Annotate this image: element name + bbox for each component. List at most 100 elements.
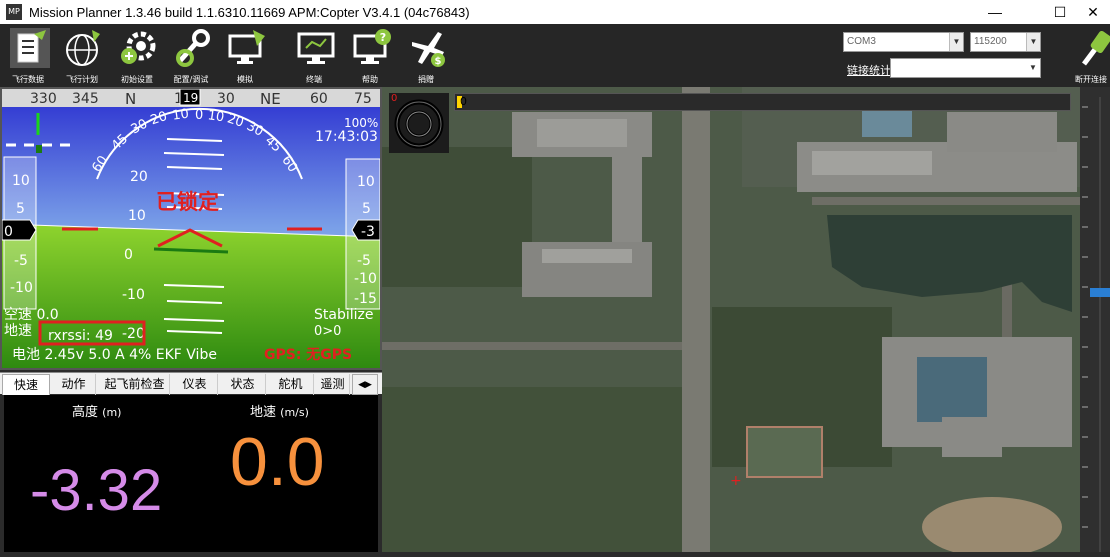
waypoint-readout: 0>0 [314, 324, 341, 339]
baud-select[interactable]: 115200 ▼ [970, 32, 1041, 52]
progress-value: 0 [460, 95, 467, 108]
port-select[interactable]: COM3 ▼ [843, 32, 964, 52]
hud-panel[interactable]: 330 345 N 15 19 30 NE 60 75 60 45 30 20 … [0, 87, 382, 370]
flight-mode: Stabilize [314, 307, 373, 323]
svg-text:$: $ [435, 56, 442, 67]
terminal-label: 终端 [306, 75, 322, 84]
heading-tick: 60 [310, 91, 328, 107]
heading-tick: 330 [30, 91, 57, 107]
altitude-tape-label: -5 [357, 253, 371, 269]
chevron-down-icon: ▼ [949, 33, 963, 51]
baud-value: 115200 [974, 36, 1007, 47]
altitude-tape-label: -10 [354, 271, 377, 287]
heading-tick: NE [260, 90, 281, 108]
disconnect-button[interactable]: 断开连接 [1072, 26, 1110, 86]
altitude-label-text: 高度 [72, 405, 99, 420]
tab-telemetry[interactable]: 遥测 [316, 374, 350, 395]
attitude-mini-widget: 0 [389, 93, 449, 153]
groundspeed-label-text: 地速 [250, 405, 277, 420]
groundspeed-value: 0.0 [230, 424, 325, 500]
heading-readout: 19 [183, 91, 198, 105]
map-road [682, 87, 710, 552]
tab-servo[interactable]: 舵机 [268, 374, 314, 395]
app-logo-icon: MP [6, 4, 22, 20]
simulation-label: 模拟 [237, 75, 253, 84]
disconnect-icon [1082, 30, 1110, 66]
zoom-slider-thumb[interactable] [1090, 288, 1110, 297]
roll-label: 10 [171, 107, 189, 124]
map-view[interactable]: + 0 0 [382, 87, 1080, 552]
terminal-icon [297, 32, 335, 64]
close-button[interactable]: ✕ [1076, 0, 1110, 24]
speed-tape-label: -10 [10, 280, 33, 296]
help-button[interactable]: ? 帮助 [343, 26, 397, 86]
donate-icon: $ [412, 32, 445, 67]
simulation-icon [228, 30, 265, 64]
mini-widget-value: 0 [391, 93, 398, 104]
altitude-unit: (m) [102, 406, 122, 419]
link-stats-link[interactable]: 链接统计 [847, 62, 891, 78]
home-marker-icon: + [730, 473, 742, 489]
initial-setup-button[interactable]: 初始设置 [110, 26, 164, 86]
config-tuning-label: 配置/调试 [173, 75, 209, 84]
data-tabs: 快速 动作 起飞前检查 仪表 状态 舵机 遥测 ◀▶ [0, 372, 382, 395]
hud-time: 17:43:03 [315, 129, 378, 145]
speed-readout: 0 [4, 224, 13, 240]
rxrssi-readout: rxrssi: 49 [48, 328, 113, 344]
gps-status: GPS: 无GPS [264, 347, 352, 363]
battery-remaining: 100% [344, 116, 378, 130]
heading-tick: 345 [72, 91, 99, 107]
satellite-map: + [382, 87, 1080, 552]
tab-scroll-arrows[interactable]: ◀▶ [352, 374, 378, 395]
main-toolbar: 飞行数据 飞行计划 初始设置 配置/调试 模拟 终端 ? 帮助 $ 捐赠 COM… [0, 24, 1110, 87]
chevron-down-icon: ▼ [1026, 33, 1040, 51]
hud-svg: 330 345 N 15 19 30 NE 60 75 60 45 30 20 … [2, 89, 380, 368]
map-zoom-scale[interactable] [1080, 87, 1110, 552]
initial-setup-label: 初始设置 [121, 75, 153, 84]
heading-tick: N [125, 90, 136, 108]
chevron-down-icon: ▼ [1026, 59, 1040, 77]
flight-data-button[interactable]: 飞行数据 [1, 26, 55, 86]
heading-tick: 75 [354, 91, 372, 107]
flight-plan-icon [66, 30, 100, 66]
altitude-tape-label: -15 [354, 291, 377, 307]
groundspeed-unit: (m/s) [280, 406, 309, 419]
altitude-tape-label: 10 [357, 174, 375, 190]
speed-tape-label: -5 [14, 253, 28, 269]
donate-label: 捐赠 [418, 75, 434, 84]
flight-plan-button[interactable]: 飞行计划 [55, 26, 109, 86]
terminal-button[interactable]: 终端 [287, 26, 341, 86]
svg-text:?: ? [380, 31, 386, 44]
flight-data-label: 飞行数据 [12, 75, 44, 84]
tab-gauges[interactable]: 仪表 [172, 374, 218, 395]
groundspeed-label: 地速 (m/s) [250, 401, 309, 420]
tab-status[interactable]: 状态 [220, 374, 266, 395]
zoom-slider [1082, 97, 1110, 552]
pitch-label: -10 [122, 287, 145, 303]
pitch-label: 10 [128, 208, 146, 224]
link-select[interactable]: ▼ [890, 58, 1041, 78]
status-line: 电池 2.45v 5.0 A 4% EKF Vibe [12, 347, 217, 363]
flight-plan-label: 飞行计划 [66, 75, 98, 84]
altitude-readout: -3 [361, 224, 375, 240]
config-tuning-button[interactable]: 配置/调试 [164, 26, 218, 86]
minimize-button[interactable]: — [972, 0, 1018, 24]
pitch-label: -20 [122, 326, 145, 342]
altitude-value: -3.32 [30, 458, 163, 523]
config-tuning-icon [176, 29, 210, 67]
initial-setup-icon [121, 31, 156, 64]
tab-quick[interactable]: 快速 [2, 374, 50, 395]
tab-preflight[interactable]: 起飞前检查 [100, 374, 170, 395]
roll-label: 0 [195, 108, 203, 123]
speed-tape-label: 5 [16, 201, 25, 217]
pitch-label: 20 [130, 169, 148, 185]
simulation-button[interactable]: 模拟 [218, 26, 272, 86]
donate-button[interactable]: $ 捐赠 [399, 26, 453, 86]
help-label: 帮助 [362, 75, 378, 84]
port-value: COM3 [847, 36, 876, 47]
speed-tape-label: 10 [12, 173, 30, 189]
title-bar: MP Mission Planner 1.3.46 build 1.1.6310… [0, 0, 1110, 24]
tab-actions[interactable]: 动作 [52, 374, 96, 395]
progress-bar: 0 [454, 93, 1071, 111]
heading-tick: 30 [217, 91, 235, 107]
